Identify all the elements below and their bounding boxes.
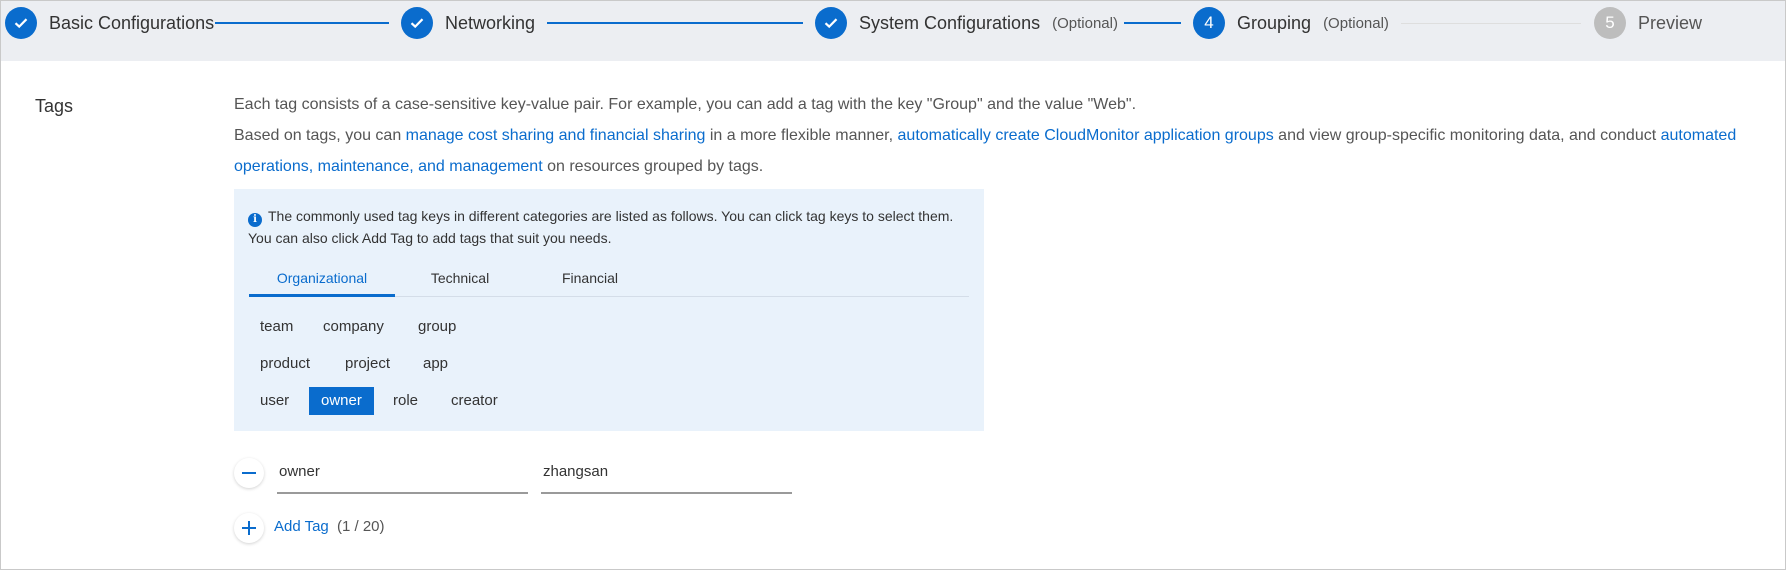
step-optional-label: (Optional) [1323, 14, 1389, 32]
tag-key-product[interactable]: product [248, 350, 322, 378]
tag-count: (1 / 20) [337, 518, 385, 535]
description-text: Based on tags, you can [234, 127, 406, 144]
description-line-1: Each tag consists of a case-sensitive ke… [234, 96, 1137, 113]
tag-key-user[interactable]: user [248, 387, 301, 415]
description-text: and view group-specific monitoring data,… [1273, 127, 1661, 144]
tag-key-creator[interactable]: creator [439, 387, 510, 415]
step-connector [1124, 22, 1181, 24]
plus-icon [242, 521, 256, 535]
tag-key-app[interactable]: app [411, 350, 460, 378]
step-number-badge: 4 [1193, 7, 1225, 39]
step-connector [215, 22, 389, 24]
step-label: Basic Configurations [49, 12, 215, 33]
tag-key-project[interactable]: project [333, 350, 402, 378]
step-grouping[interactable]: 4 Grouping (Optional) [1193, 7, 1389, 39]
page-frame: Basic Configurations Networking System C… [0, 0, 1786, 570]
step-label: Grouping [1237, 12, 1312, 33]
manage-cost-sharing-link[interactable]: manage cost sharing and financial sharin… [406, 127, 706, 144]
tag-key-team[interactable]: team [248, 313, 305, 341]
description-line-2: Based on tags, you can manage cost shari… [234, 120, 1774, 182]
step-label: System Configurations [859, 12, 1041, 33]
step-label: Networking [445, 12, 536, 33]
description-text: on resources grouped by tags. [542, 158, 764, 175]
tab-organizational[interactable]: Organizational [249, 267, 395, 297]
tag-key-field[interactable]: owner [277, 456, 528, 494]
step-networking[interactable]: Networking [401, 7, 535, 39]
wizard-stepper: Basic Configurations Networking System C… [1, 1, 1785, 61]
step-label: Preview [1638, 12, 1703, 33]
tab-technical[interactable]: Technical [395, 267, 525, 297]
check-icon [401, 7, 433, 39]
add-tag-link[interactable]: Add Tag [274, 518, 329, 535]
step-connector [1401, 23, 1581, 24]
panel-info-message: The commonly used tag keys in different … [248, 208, 954, 246]
info-icon: i [248, 213, 262, 227]
tag-key-role[interactable]: role [381, 387, 430, 415]
minus-icon [242, 472, 256, 474]
tags-description: Each tag consists of a case-sensitive ke… [234, 89, 1774, 182]
cloudmonitor-groups-link[interactable]: automatically create CloudMonitor applic… [898, 127, 1274, 144]
add-tag-icon-button[interactable] [234, 513, 264, 543]
step-system-configurations[interactable]: System Configurations (Optional) [815, 7, 1118, 39]
step-basic-configurations[interactable]: Basic Configurations [5, 7, 214, 39]
check-icon [5, 7, 37, 39]
tag-key-owner[interactable]: owner [309, 387, 374, 415]
tab-financial[interactable]: Financial [525, 267, 655, 297]
tag-value-field[interactable]: zhangsan [541, 456, 792, 494]
description-text: in a more flexible manner, [705, 127, 898, 144]
tag-keys-panel: i The commonly used tag keys in different… [234, 189, 984, 431]
step-preview[interactable]: 5 Preview [1594, 7, 1702, 39]
step-connector [547, 22, 803, 24]
tag-key-company[interactable]: company [311, 313, 396, 341]
tag-category-tabs: Organizational Technical Financial [249, 267, 969, 297]
step-number-badge: 5 [1594, 7, 1626, 39]
remove-tag-button[interactable] [234, 458, 264, 488]
tag-key-group[interactable]: group [406, 313, 468, 341]
step-optional-label: (Optional) [1052, 14, 1118, 32]
check-icon [815, 7, 847, 39]
section-label-tags: Tags [35, 96, 74, 116]
panel-info-text: i The commonly used tag keys in different… [248, 205, 968, 249]
